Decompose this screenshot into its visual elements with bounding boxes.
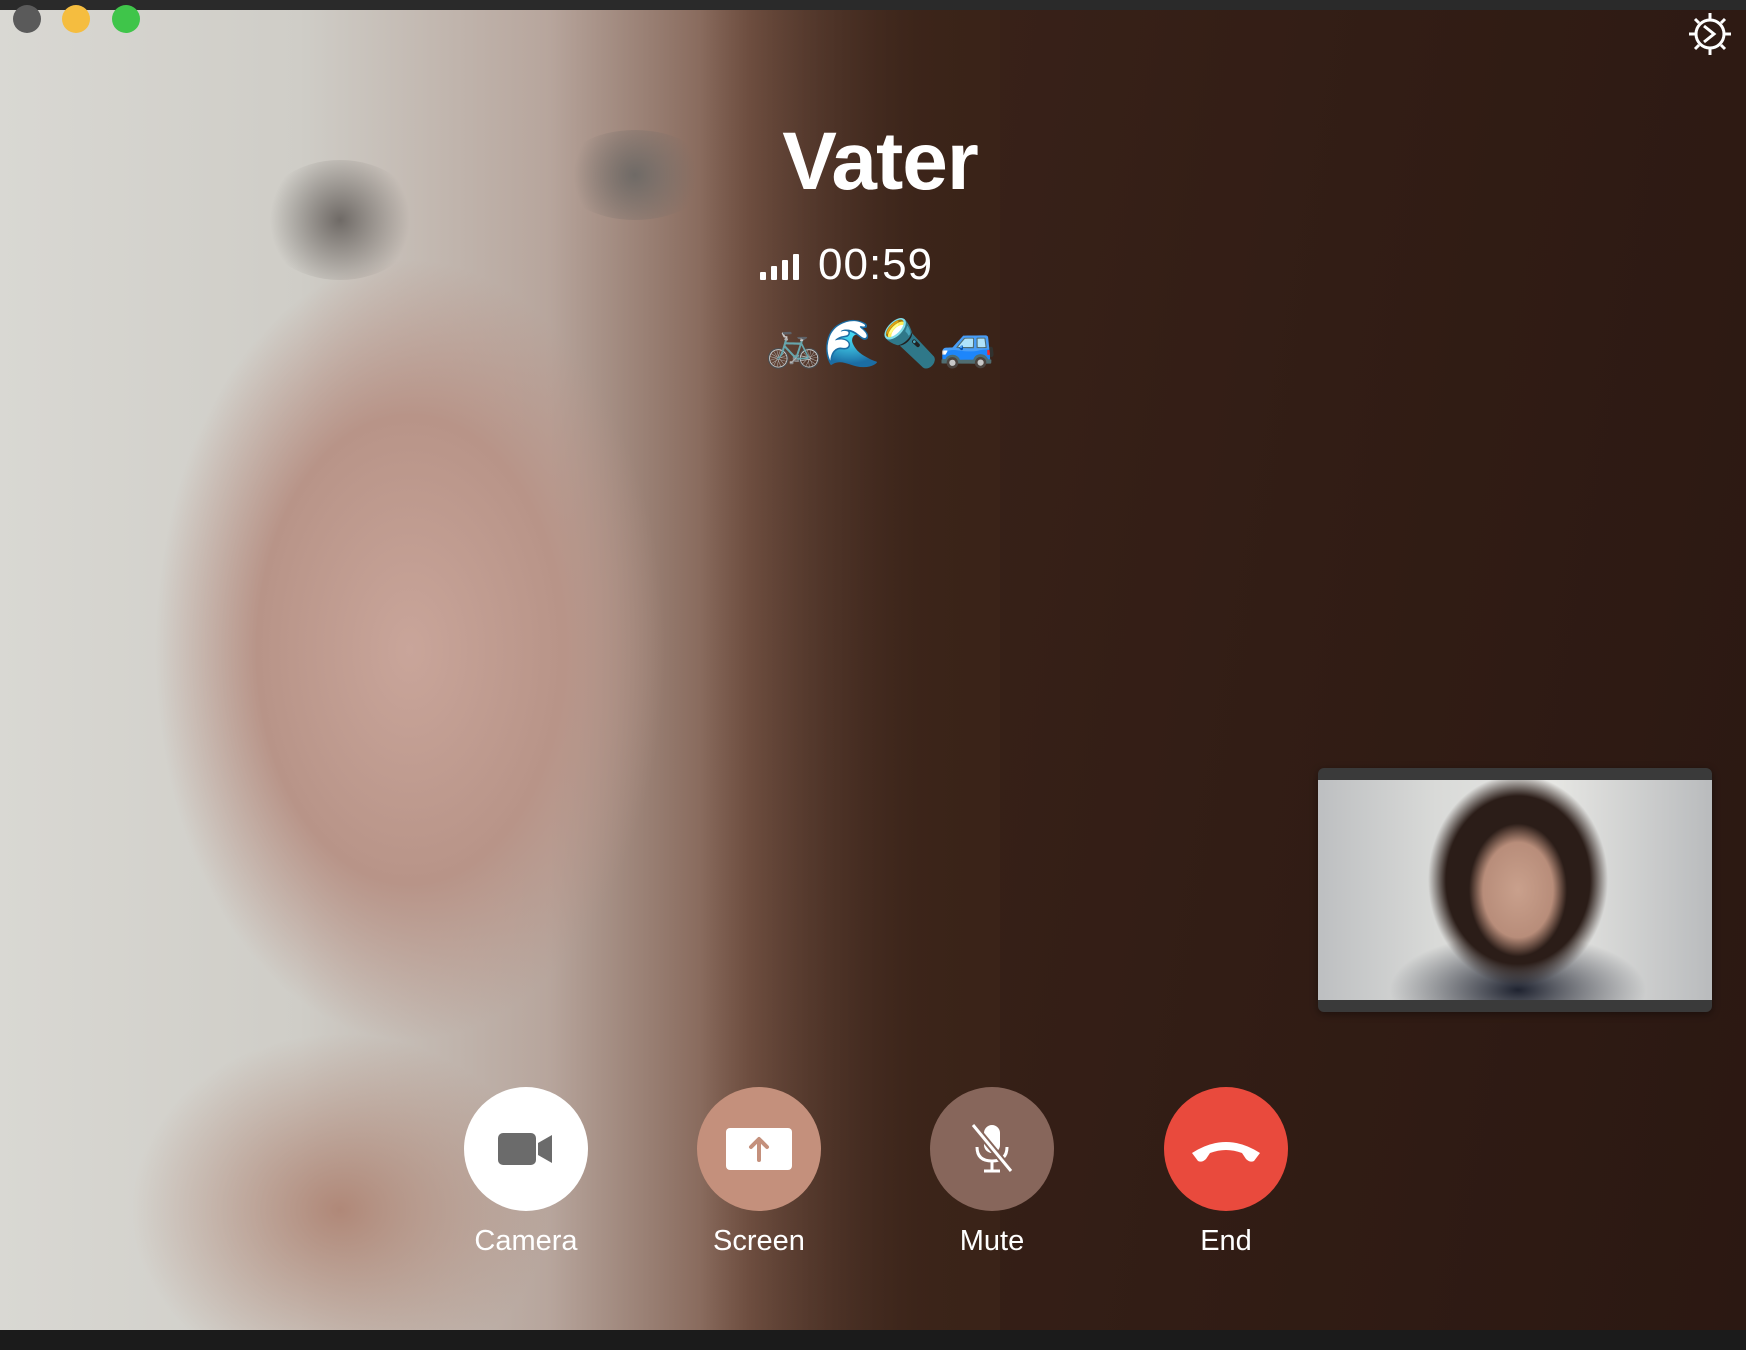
call-status: 00:59 [760, 240, 933, 290]
contact-name: Vater [782, 116, 979, 207]
emoji-bicycle: 🚲 [765, 315, 823, 370]
microphone-off-icon [970, 1122, 1014, 1174]
window-top-edge [0, 0, 1746, 10]
mute-control: Mute [930, 1087, 1054, 1258]
mute-button[interactable] [930, 1087, 1054, 1211]
emoji-wave: 🌊 [823, 315, 881, 370]
window-close-button[interactable] [13, 5, 41, 33]
emoji-car: 🚙 [939, 315, 997, 370]
screen-share-button[interactable] [697, 1087, 821, 1211]
self-video-feed [1318, 780, 1712, 1000]
self-view[interactable] [1318, 768, 1712, 1012]
window-minimize-button[interactable] [62, 5, 90, 33]
end-control: End [1164, 1087, 1288, 1258]
mute-label: Mute [959, 1225, 1025, 1257]
screen-share-icon [726, 1128, 792, 1170]
call-controls: Camera Screen Mute End [0, 1087, 1746, 1267]
gear-icon[interactable] [1686, 10, 1734, 58]
remote-video-detail [560, 130, 710, 220]
camera-control: Camera [464, 1087, 588, 1258]
end-label: End [1200, 1225, 1252, 1257]
encryption-emoji-row[interactable]: 🚲 🌊 🔦 🚙 [765, 315, 997, 371]
screen-control: Screen [697, 1087, 821, 1258]
end-call-button[interactable] [1164, 1087, 1288, 1211]
remote-video-detail [260, 160, 420, 280]
phone-hangup-icon [1192, 1142, 1260, 1162]
window-bottom-edge [0, 1330, 1746, 1350]
screen-label: Screen [713, 1225, 805, 1257]
camera-label: Camera [474, 1225, 578, 1257]
call-duration: 00:59 [818, 240, 934, 289]
emoji-flashlight: 🔦 [881, 315, 939, 370]
call-window: Vater 00:59 🚲 🌊 🔦 🚙 Camera Screen Mute E… [0, 0, 1746, 1350]
window-maximize-button[interactable] [112, 5, 140, 33]
camera-button[interactable] [464, 1087, 588, 1211]
signal-bars-icon [760, 250, 804, 280]
video-camera-icon [498, 1133, 552, 1165]
